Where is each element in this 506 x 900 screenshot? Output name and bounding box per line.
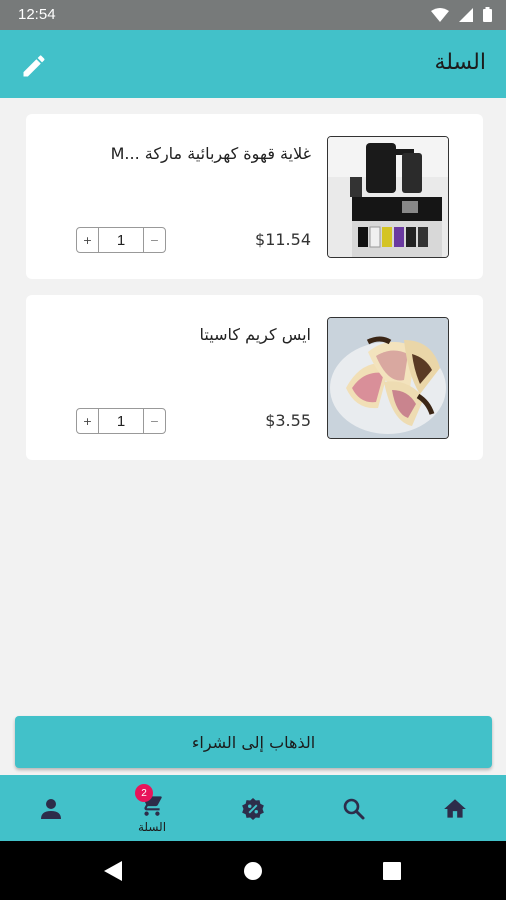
edit-icon[interactable] xyxy=(20,52,48,80)
bottom-nav: 2 السلة xyxy=(0,775,506,841)
status-time: 12:54 xyxy=(18,6,56,23)
product-image[interactable] xyxy=(327,136,449,258)
product-name[interactable]: غلاية قهوة كهربائية ماركة ...M xyxy=(111,144,311,163)
decrement-button[interactable]: − xyxy=(143,409,165,433)
nav-label-cart: السلة xyxy=(137,820,167,834)
status-bar: 12:54 xyxy=(0,0,506,30)
wifi-icon xyxy=(431,7,449,22)
product-name[interactable]: ايس كريم كاسيتا xyxy=(200,325,311,344)
nav-item-offers[interactable] xyxy=(203,775,303,841)
person-icon xyxy=(41,799,61,819)
product-price: $3.55 xyxy=(265,411,311,430)
home-icon xyxy=(444,799,466,818)
back-icon[interactable] xyxy=(102,860,124,882)
product-image[interactable] xyxy=(327,317,449,439)
battery-icon xyxy=(483,7,492,22)
nav-item-cart[interactable]: 2 السلة xyxy=(102,775,202,841)
signal-icon xyxy=(459,7,473,22)
home-circle-icon[interactable] xyxy=(243,861,263,881)
nav-item-home[interactable] xyxy=(405,775,505,841)
increment-button[interactable]: + xyxy=(77,228,99,252)
cart-item: ايس كريم كاسيتا $3.55 + 1 − xyxy=(26,295,483,460)
recents-icon[interactable] xyxy=(383,862,401,880)
page-title: السلة xyxy=(434,50,486,75)
discount-icon xyxy=(242,797,264,821)
quantity-stepper: + 1 − xyxy=(76,408,166,434)
cart-list: غلاية قهوة كهربائية ماركة ...M $11.54 + … xyxy=(0,98,506,708)
cart-badge: 2 xyxy=(135,784,153,802)
checkout-button[interactable]: الذهاب إلى الشراء xyxy=(15,716,492,768)
product-price: $11.54 xyxy=(255,230,311,249)
nav-item-profile[interactable] xyxy=(1,775,101,841)
quantity-stepper: + 1 − xyxy=(76,227,166,253)
cart-item: غلاية قهوة كهربائية ماركة ...M $11.54 + … xyxy=(26,114,483,279)
increment-button[interactable]: + xyxy=(77,409,99,433)
app-bar: السلة xyxy=(0,30,506,98)
system-nav-bar xyxy=(0,841,506,900)
nav-item-search[interactable] xyxy=(304,775,404,841)
quantity-value: 1 xyxy=(116,231,126,249)
decrement-button[interactable]: − xyxy=(143,228,165,252)
quantity-value: 1 xyxy=(116,412,126,430)
search-icon xyxy=(343,798,365,820)
